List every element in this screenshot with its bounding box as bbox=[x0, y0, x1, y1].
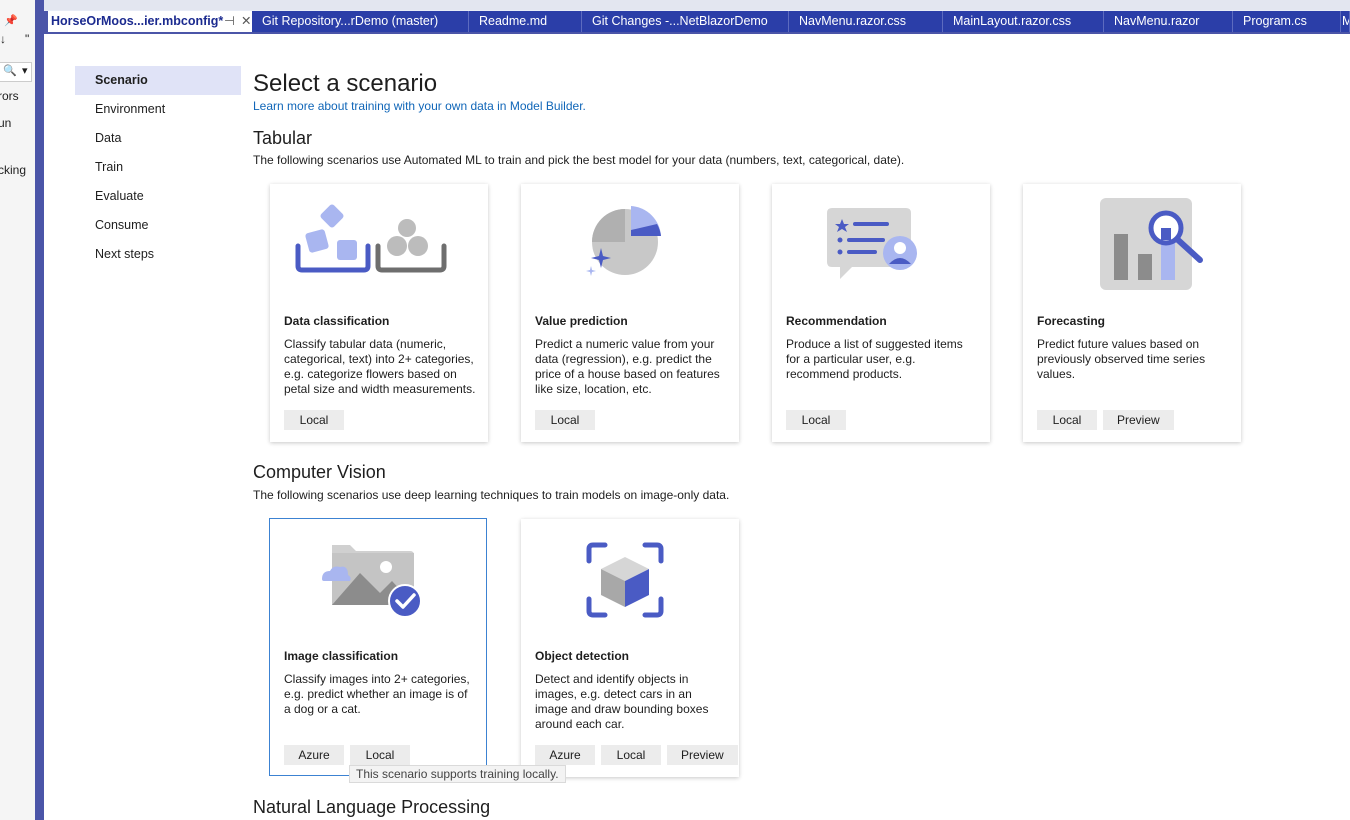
tab-mainlayout-css[interactable]: MainLayout.razor.css bbox=[943, 11, 1104, 32]
tab-navmenu-razor[interactable]: NavMenu.razor bbox=[1104, 11, 1233, 32]
tab-navmenu-css[interactable]: NavMenu.razor.css bbox=[789, 11, 943, 32]
nav-item-scenario[interactable]: Scenario bbox=[75, 66, 241, 95]
card-title: Data classification bbox=[284, 314, 390, 328]
card-object-detection[interactable]: Object detection Detect and identify obj… bbox=[521, 519, 739, 777]
tab-label: Git Repository...rDemo (master) bbox=[262, 14, 439, 28]
search-icon[interactable]: 🔍 bbox=[3, 64, 17, 77]
tab-label: HorseOrMoos...ier.mbconfig* bbox=[51, 14, 224, 28]
recommendation-icon bbox=[827, 208, 917, 279]
tab-label: MainLayout.razor.css bbox=[953, 14, 1072, 28]
close-icon[interactable]: ✕ bbox=[241, 11, 251, 32]
tab-label: NavMenu.razor.css bbox=[799, 14, 906, 28]
data-classification-icon bbox=[295, 204, 447, 273]
pin-icon[interactable]: 📌 bbox=[4, 14, 18, 27]
card-title: Forecasting bbox=[1037, 314, 1106, 328]
card-recommendation[interactable]: Recommendation Produce a list of suggest… bbox=[772, 184, 990, 442]
learn-more-link[interactable]: Learn more about training with your own … bbox=[253, 99, 586, 113]
card-description: Predict a numeric value from your data (… bbox=[535, 337, 720, 396]
tab-readme[interactable]: Readme.md bbox=[469, 11, 582, 32]
card-title: Object detection bbox=[535, 649, 630, 663]
section-desc-computer-vision: The following scenarios use deep learnin… bbox=[253, 488, 730, 502]
card-image-classification[interactable]: Image classification Classify images int… bbox=[269, 518, 487, 776]
tabstrip-top bbox=[44, 0, 1350, 10]
tag-azure[interactable]: Azure bbox=[535, 745, 595, 765]
card-title: Recommendation bbox=[786, 314, 887, 328]
cut-off-label: rors bbox=[0, 89, 19, 103]
image-classification-icon bbox=[322, 545, 422, 618]
forecasting-icon bbox=[1100, 198, 1203, 290]
tag-azure[interactable]: Azure bbox=[284, 745, 344, 765]
card-description: Detect and identify objects in images, e… bbox=[535, 672, 709, 731]
tag-preview[interactable]: Preview bbox=[1103, 410, 1174, 430]
nav-item-environment[interactable]: Environment bbox=[75, 95, 241, 124]
tab-label: Git Changes -...NetBlazorDemo bbox=[592, 14, 768, 28]
section-title-tabular: Tabular bbox=[253, 128, 313, 148]
tab-label: NavMenu.razor bbox=[1114, 14, 1200, 28]
search-dropdown-icon[interactable]: ▾ bbox=[22, 64, 28, 77]
cut-off-label: un bbox=[0, 116, 12, 130]
cut-off-label: cking bbox=[0, 163, 27, 177]
document-tab-strip: HorseOrMoos...ier.mbconfig* ⊣ ✕ Git Repo… bbox=[44, 0, 1350, 34]
tab-program-cs[interactable]: Program.cs bbox=[1233, 11, 1341, 32]
tab-overflow[interactable]: M bbox=[1341, 11, 1350, 32]
card-forecasting[interactable]: Forecasting Predict future values based … bbox=[1023, 184, 1241, 442]
card-description: Produce a list of suggested items for a … bbox=[786, 337, 963, 381]
tooltip: This scenario supports training locally. bbox=[349, 765, 566, 783]
tag-local[interactable]: Local bbox=[786, 410, 846, 430]
tag-local[interactable]: Local bbox=[601, 745, 661, 765]
tab-git-repository[interactable]: Git Repository...rDemo (master) bbox=[252, 11, 469, 32]
tag-local[interactable]: Local bbox=[284, 410, 344, 430]
card-description: Classify tabular data (numeric, categori… bbox=[284, 337, 476, 396]
nav-item-evaluate[interactable]: Evaluate bbox=[75, 182, 241, 211]
card-description: Classify images into 2+ categories, e.g.… bbox=[284, 672, 470, 716]
more-icon[interactable]: " bbox=[25, 32, 29, 46]
left-tool-window: 📌 ↓ " 🔍 ▾ rors un cking bbox=[0, 0, 35, 820]
section-title-nlp: Natural Language Processing bbox=[253, 797, 491, 817]
tabstrip-underline bbox=[44, 32, 1350, 34]
nav-item-data[interactable]: Data bbox=[75, 124, 241, 153]
value-prediction-icon bbox=[586, 206, 661, 276]
tag-preview[interactable]: Preview bbox=[667, 745, 738, 765]
object-detection-icon bbox=[586, 542, 664, 618]
card-value-prediction[interactable]: Value prediction Predict a numeric value… bbox=[521, 184, 739, 442]
card-title: Image classification bbox=[284, 649, 399, 663]
dock-separator bbox=[35, 0, 44, 820]
tag-local[interactable]: Local bbox=[350, 745, 410, 765]
pin-icon[interactable]: ⊣ bbox=[224, 11, 235, 32]
nav-item-next-steps[interactable]: Next steps bbox=[75, 240, 241, 269]
tab-label: M bbox=[1342, 14, 1349, 28]
nav-item-consume[interactable]: Consume bbox=[75, 211, 241, 240]
page-title: Select a scenario bbox=[253, 70, 438, 97]
card-data-classification[interactable]: Data classification Classify tabular dat… bbox=[270, 184, 488, 442]
section-desc-tabular: The following scenarios use Automated ML… bbox=[253, 153, 905, 167]
arrow-down-icon[interactable]: ↓ bbox=[0, 32, 6, 46]
search-box[interactable]: 🔍 ▾ bbox=[0, 62, 32, 82]
tab-git-changes[interactable]: Git Changes -...NetBlazorDemo bbox=[582, 11, 789, 32]
tab-label: Program.cs bbox=[1243, 14, 1307, 28]
section-title-computer-vision: Computer Vision bbox=[253, 462, 386, 482]
card-title: Value prediction bbox=[535, 314, 628, 328]
wizard-steps-nav: Scenario Environment Data Train Evaluate… bbox=[75, 66, 241, 269]
tag-local[interactable]: Local bbox=[1037, 410, 1097, 430]
tab-mbconfig[interactable]: HorseOrMoos...ier.mbconfig* ⊣ ✕ bbox=[44, 11, 252, 32]
nav-item-train[interactable]: Train bbox=[75, 153, 241, 182]
tag-local[interactable]: Local bbox=[535, 410, 595, 430]
card-description: Predict future values based on previousl… bbox=[1037, 337, 1206, 381]
tab-label: Readme.md bbox=[479, 14, 548, 28]
